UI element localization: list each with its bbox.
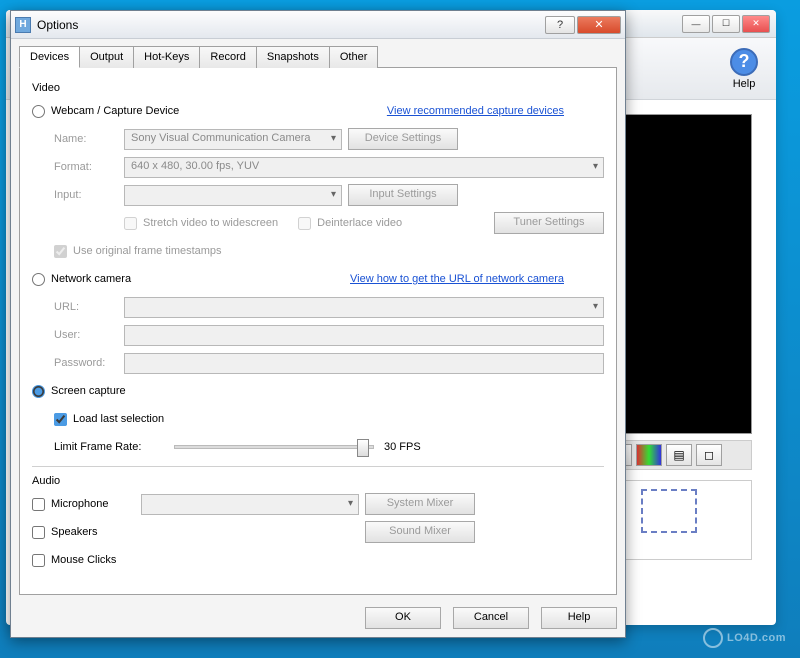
speakers-label: Speakers: [51, 526, 141, 538]
name-label: Name:: [54, 133, 124, 145]
load-last-checkbox[interactable]: [54, 413, 67, 426]
options-dialog: H Options ? ✕ Devices Output Hot-Keys Re…: [10, 10, 626, 638]
url-label: URL:: [54, 301, 124, 313]
color-bars-button[interactable]: [636, 444, 662, 466]
screen-radio-label: Screen capture: [51, 385, 126, 397]
tab-devices[interactable]: Devices: [19, 46, 80, 68]
timestamps-label: Use original frame timestamps: [73, 245, 222, 257]
fps-slider[interactable]: [174, 445, 374, 449]
deinterlace-checkbox[interactable]: [298, 217, 311, 230]
sound-mixer-button[interactable]: Sound Mixer: [365, 521, 475, 543]
section-divider: [32, 466, 604, 467]
tab-output[interactable]: Output: [79, 46, 134, 68]
audio-group-label: Audio: [32, 475, 604, 487]
format-label: Format:: [54, 161, 124, 173]
microphone-select[interactable]: [141, 494, 359, 515]
timestamps-checkbox[interactable]: [54, 245, 67, 258]
dialog-title: Options: [37, 18, 545, 32]
stretch-label: Stretch video to widescreen: [143, 217, 278, 229]
tab-bar: Devices Output Hot-Keys Record Snapshots…: [19, 45, 617, 67]
close-button[interactable]: ✕: [742, 15, 770, 33]
app-icon: H: [15, 17, 31, 33]
user-field[interactable]: [124, 325, 604, 346]
camera-name-select[interactable]: Sony Visual Communication Camera: [124, 129, 342, 150]
watermark-text: LO4D.com: [727, 632, 786, 644]
microphone-label: Microphone: [51, 498, 141, 510]
tab-hotkeys[interactable]: Hot-Keys: [133, 46, 200, 68]
recommended-devices-link[interactable]: View recommended capture devices: [387, 105, 564, 117]
limit-frame-label: Limit Frame Rate:: [54, 441, 164, 453]
fps-value: 30 FPS: [384, 441, 421, 453]
dialog-close-button[interactable]: ✕: [577, 16, 621, 34]
stretch-checkbox[interactable]: [124, 217, 137, 230]
password-label: Password:: [54, 357, 124, 369]
mouse-clicks-label: Mouse Clicks: [51, 554, 116, 566]
tab-content-devices: Video Webcam / Capture Device View recom…: [19, 67, 617, 595]
device-settings-button[interactable]: Device Settings: [348, 128, 458, 150]
ok-button[interactable]: OK: [365, 607, 441, 629]
webcam-radio-label: Webcam / Capture Device: [51, 105, 179, 117]
help-label: Help: [730, 78, 758, 90]
selection-button[interactable]: ◻: [696, 444, 722, 466]
tab-other[interactable]: Other: [329, 46, 379, 68]
cancel-button[interactable]: Cancel: [453, 607, 529, 629]
dialog-body: Devices Output Hot-Keys Record Snapshots…: [11, 39, 625, 599]
input-settings-button[interactable]: Input Settings: [348, 184, 458, 206]
password-field[interactable]: [124, 353, 604, 374]
input-label: Input:: [54, 189, 124, 201]
video-group-label: Video: [32, 82, 604, 94]
globe-icon: [703, 628, 723, 648]
minimize-button[interactable]: —: [682, 15, 710, 33]
slider-thumb-icon: [357, 439, 369, 457]
network-radio-label: Network camera: [51, 273, 131, 285]
speakers-checkbox[interactable]: [32, 526, 45, 539]
watermark: LO4D.com: [703, 628, 786, 648]
selection-frame-icon: [641, 489, 697, 533]
system-mixer-button[interactable]: System Mixer: [365, 493, 475, 515]
dialog-titlebar: H Options ? ✕: [11, 11, 625, 39]
format-select[interactable]: 640 x 480, 30.00 fps, YUV: [124, 157, 604, 178]
user-label: User:: [54, 329, 124, 341]
tuner-settings-button[interactable]: Tuner Settings: [494, 212, 604, 234]
tab-record[interactable]: Record: [199, 46, 256, 68]
url-select[interactable]: [124, 297, 604, 318]
dialog-footer: OK Cancel Help: [11, 599, 625, 637]
dialog-help-button[interactable]: ?: [545, 16, 575, 34]
webcam-radio[interactable]: [32, 105, 45, 118]
dialog-footer-help-button[interactable]: Help: [541, 607, 617, 629]
maximize-button[interactable]: ☐: [712, 15, 740, 33]
screen-capture-radio[interactable]: [32, 385, 45, 398]
tab-snapshots[interactable]: Snapshots: [256, 46, 330, 68]
input-select[interactable]: [124, 185, 342, 206]
network-url-help-link[interactable]: View how to get the URL of network camer…: [350, 273, 564, 285]
help-icon: ?: [730, 48, 758, 76]
load-last-label: Load last selection: [73, 413, 164, 425]
film-button[interactable]: ▤: [666, 444, 692, 466]
network-camera-radio[interactable]: [32, 273, 45, 286]
deinterlace-label: Deinterlace video: [317, 217, 402, 229]
mouse-clicks-checkbox[interactable]: [32, 554, 45, 567]
help-toolbar-button[interactable]: ? Help: [730, 48, 758, 90]
microphone-checkbox[interactable]: [32, 498, 45, 511]
